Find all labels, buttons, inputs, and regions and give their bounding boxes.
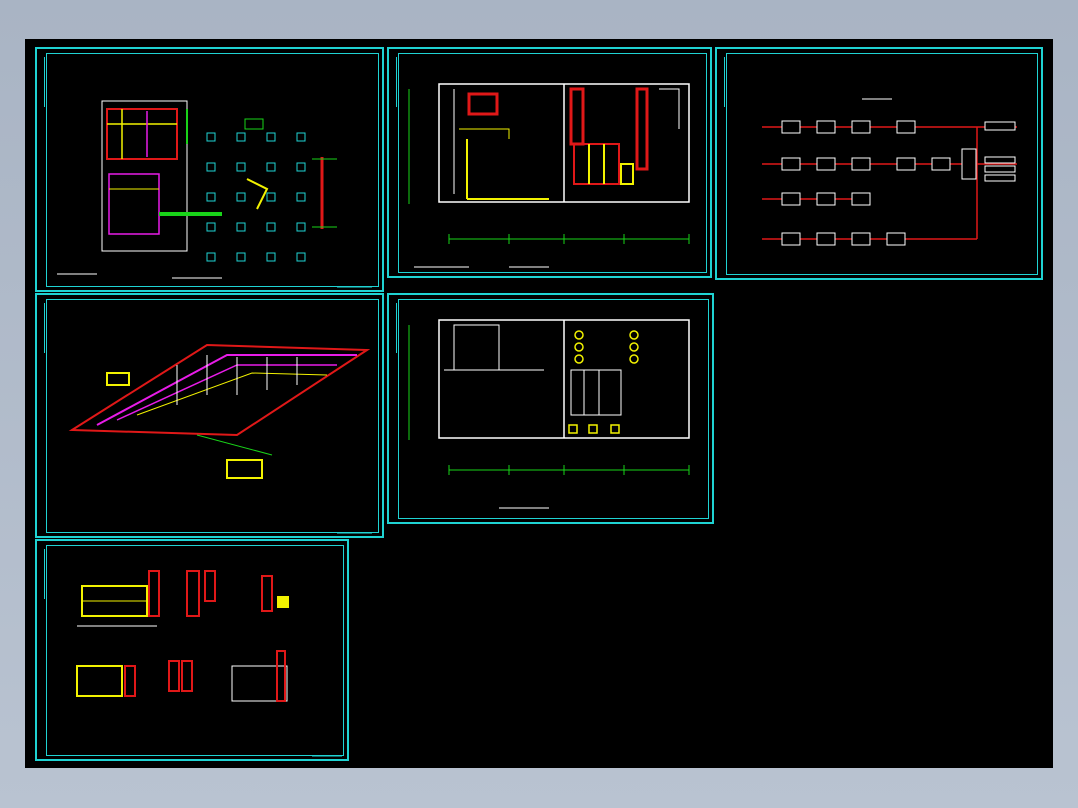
drawing-sheet-isometric[interactable] — [35, 293, 384, 538]
drawing-canvas[interactable] — [25, 39, 1053, 768]
drawing-sheet-details[interactable] — [35, 539, 349, 761]
room-layout-drawing — [408, 319, 690, 509]
drawing-sheet-room-piping[interactable] — [387, 47, 712, 278]
floor-plan-drawing — [57, 100, 372, 288]
flow-diagram-drawing — [762, 98, 1017, 246]
isometric-piping-drawing — [68, 343, 372, 534]
drawing-sheet-floor-plan[interactable] — [35, 47, 384, 292]
detail-sections-drawing — [76, 570, 342, 757]
drawing-sheet-flow-diagram[interactable] — [715, 47, 1043, 280]
room-piping-drawing — [408, 83, 690, 268]
drawing-sheet-room-layout[interactable] — [387, 293, 714, 524]
